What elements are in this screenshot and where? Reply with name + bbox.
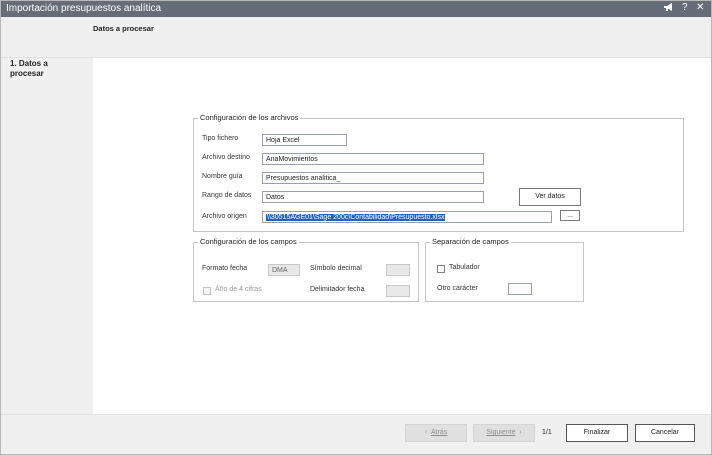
atras-label: Atrás — [430, 429, 448, 436]
megaphone-icon[interactable] — [663, 2, 674, 15]
archivo-destino-label: Archivo destino — [202, 154, 250, 161]
nombre-guia-label: Nombre guía — [202, 173, 243, 180]
simbolo-decimal-label: Símbolo decimal — [310, 265, 362, 272]
page-indicator: 1/1 — [542, 429, 552, 436]
tabulador-checkbox[interactable] — [437, 265, 445, 273]
finalizar-button[interactable]: Finalizar — [566, 424, 628, 442]
browse-button[interactable]: ... — [560, 210, 580, 221]
config-campos-legend: Configuración de los campos — [198, 237, 299, 246]
simbolo-decimal-field[interactable] — [386, 264, 410, 276]
step-title: Datos a procesar — [93, 24, 154, 33]
nombre-guia-field[interactable]: Presupuestos analitica_ — [262, 172, 484, 184]
otro-caracter-label: Otro carácter — [437, 285, 478, 292]
archivo-origen-label: Archivo origen — [202, 213, 247, 220]
siguiente-button[interactable]: Siguiente › — [473, 424, 535, 442]
config-campos-group: Configuración de los campos Formato fech… — [193, 237, 419, 302]
rango-datos-label: Rango de datos — [202, 192, 252, 199]
siguiente-label: Siguiente — [486, 429, 516, 436]
anio-4-cifras-checkbox[interactable] — [203, 287, 211, 295]
archivo-origen-value: \\30515AGE01\Sage 200c\Contabilidad\Pres… — [266, 214, 446, 221]
formato-fecha-field[interactable]: DMA — [268, 264, 300, 276]
import-wizard-window: Importación presupuestos analítica ? ✕ D… — [0, 0, 712, 455]
anio-4-cifras-label: Año de 4 cifras — [215, 286, 262, 293]
separacion-campos-group: Separación de campos Tabulador Otro cará… — [425, 237, 584, 302]
wizard-footer: ‹ Atrás Siguiente › 1/1 Finalizar Cancel… — [1, 414, 711, 454]
ver-datos-button[interactable]: Ver datos — [519, 188, 581, 206]
cancelar-button[interactable]: Cancelar — [635, 424, 695, 442]
steps-panel: 1. Datos a procesar — [1, 58, 93, 414]
tipo-fichero-label: Tipo fichero — [202, 135, 239, 142]
chevron-left-icon: ‹ — [424, 429, 428, 436]
separacion-campos-legend: Separación de campos — [430, 237, 511, 246]
delimitador-fecha-label: Delimitador fecha — [310, 286, 365, 293]
content-area: Configuración de los archivos Tipo fiche… — [93, 58, 711, 414]
chevron-right-icon: › — [519, 429, 522, 436]
step-item-datos-a-procesar[interactable]: 1. Datos a procesar — [10, 59, 80, 79]
config-archivos-group: Configuración de los archivos Tipo fiche… — [193, 113, 684, 232]
title-bar: Importación presupuestos analítica ? ✕ — [1, 1, 711, 17]
tabulador-label: Tabulador — [449, 264, 480, 271]
step-header: Datos a procesar — [1, 17, 711, 58]
config-archivos-legend: Configuración de los archivos — [198, 113, 301, 122]
help-icon[interactable]: ? — [682, 2, 688, 13]
delimitador-fecha-field[interactable] — [386, 285, 410, 297]
atras-button[interactable]: ‹ Atrás — [405, 424, 467, 442]
window-title: Importación presupuestos analítica — [6, 3, 162, 14]
otro-caracter-field[interactable] — [508, 283, 532, 295]
tipo-fichero-field[interactable]: Hoja Excel — [262, 134, 347, 146]
rango-datos-field[interactable]: Datos — [262, 191, 484, 203]
formato-fecha-label: Formato fecha — [202, 265, 248, 272]
close-icon[interactable]: ✕ — [696, 2, 704, 13]
archivo-origen-field[interactable]: \\30515AGE01\Sage 200c\Contabilidad\Pres… — [262, 211, 552, 223]
archivo-destino-field[interactable]: AnaMovimientos — [262, 153, 484, 165]
